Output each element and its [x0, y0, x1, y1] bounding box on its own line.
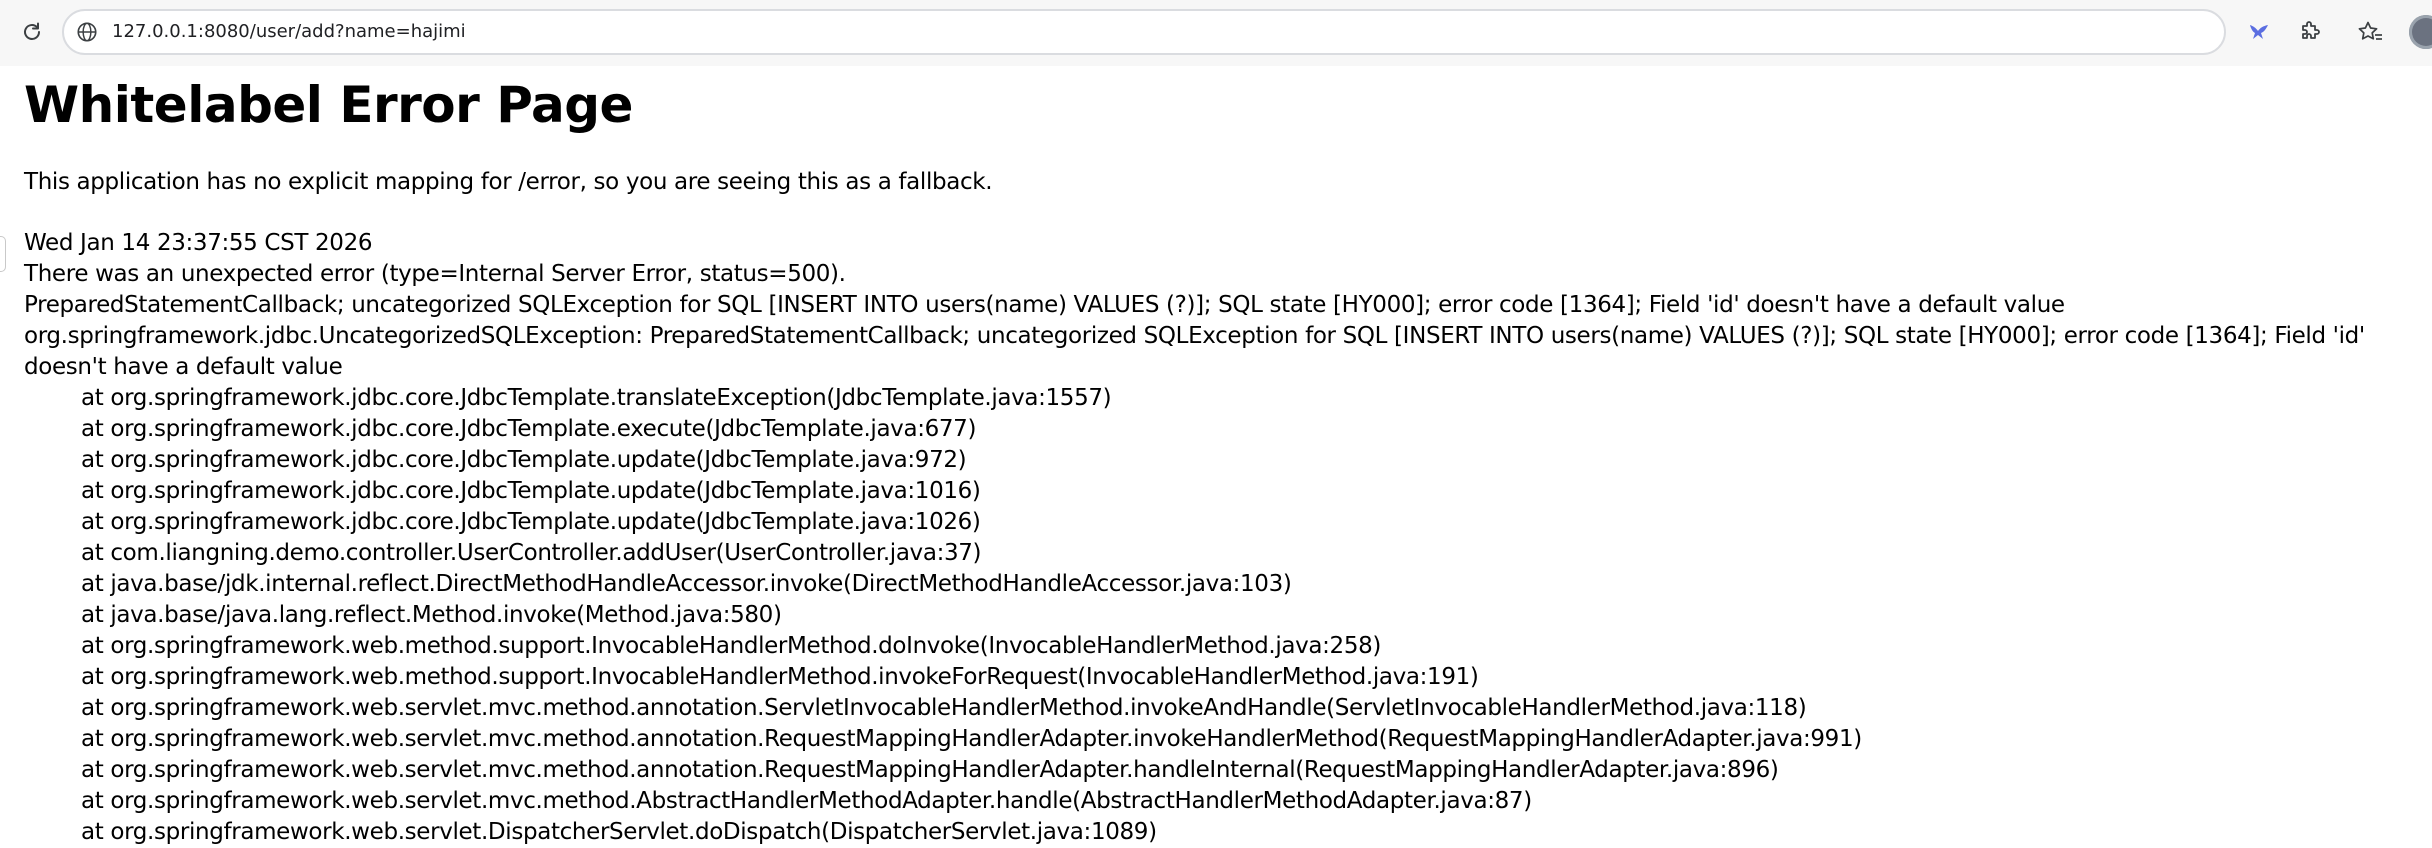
reload-icon — [24, 22, 40, 40]
stack-frame: at java.base/jdk.internal.reflect.Direct… — [81, 571, 1292, 597]
site-info-icon[interactable] — [76, 21, 98, 43]
error-details: Wed Jan 14 23:37:55 CST 2026 There was a… — [24, 228, 2404, 848]
stack-frame: at org.springframework.jdbc.core.JdbcTem… — [81, 385, 1112, 411]
stack-frame: at org.springframework.jdbc.core.JdbcTem… — [81, 478, 981, 504]
error-summary: There was an unexpected error (type=Inte… — [24, 261, 846, 287]
stack-frame: at org.springframework.web.method.suppor… — [81, 633, 1382, 659]
stack-frame: at org.springframework.web.servlet.Dispa… — [81, 819, 1157, 845]
stack-frame: at org.springframework.web.servlet.mvc.m… — [81, 788, 1532, 814]
side-panel-handle[interactable] — [0, 236, 6, 272]
stack-frame: at org.springframework.jdbc.core.JdbcTem… — [81, 509, 981, 535]
stack-frame: at org.springframework.web.servlet.mvc.m… — [81, 695, 1807, 721]
exception-text: org.springframework.jdbc.UncategorizedSQ… — [24, 323, 2365, 380]
browser-toolbar: 127.0.0.1:8080/user/add?name=hajimi — [0, 0, 2432, 66]
error-message: PreparedStatementCallback; uncategorized… — [24, 292, 2065, 318]
url-text[interactable]: 127.0.0.1:8080/user/add?name=hajimi — [112, 11, 466, 53]
favorites-star-icon — [2358, 21, 2382, 40]
favorites-button[interactable] — [2352, 14, 2388, 50]
avatar[interactable] — [2409, 15, 2432, 49]
reload-button[interactable] — [14, 14, 50, 50]
page-title: Whitelabel Error Page — [24, 76, 633, 134]
stack-frame: at java.base/java.lang.reflect.Method.in… — [81, 602, 782, 628]
stack-frame: at com.liangning.demo.controller.UserCon… — [81, 540, 982, 566]
bird-extension-button[interactable] — [2241, 14, 2277, 50]
error-timestamp: Wed Jan 14 23:37:55 CST 2026 — [24, 230, 373, 256]
puzzle-icon — [2302, 21, 2320, 39]
stack-frame: at org.springframework.web.servlet.mvc.m… — [81, 726, 1862, 752]
stack-frame: at org.springframework.web.servlet.mvc.m… — [81, 757, 1779, 783]
address-bar[interactable]: 127.0.0.1:8080/user/add?name=hajimi — [62, 9, 2226, 55]
extensions-button[interactable] — [2292, 14, 2328, 50]
intro-text: This application has no explicit mapping… — [24, 169, 993, 195]
stack-frame: at org.springframework.jdbc.core.JdbcTem… — [81, 447, 967, 473]
stack-trace: at org.springframework.jdbc.core.JdbcTem… — [24, 383, 2404, 848]
bird-extension-icon — [2250, 25, 2268, 39]
stack-frame: at org.springframework.jdbc.core.JdbcTem… — [81, 416, 977, 442]
stack-frame: at org.springframework.web.method.suppor… — [81, 664, 1479, 690]
